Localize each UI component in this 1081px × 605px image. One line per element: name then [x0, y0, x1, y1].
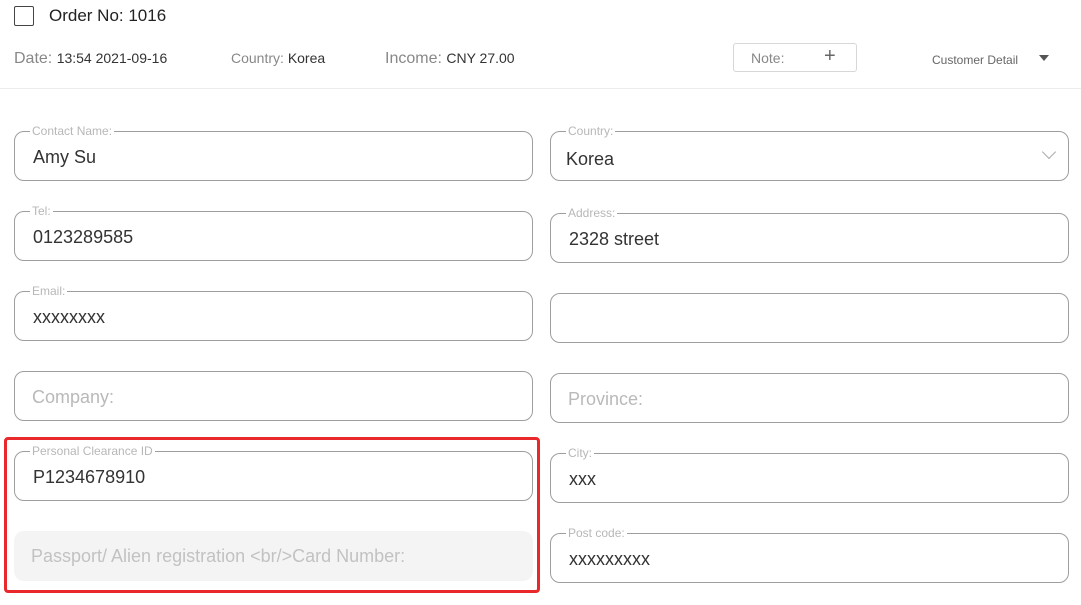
date-label: Date:	[14, 50, 57, 67]
address-line2-field[interactable]	[550, 293, 1069, 343]
order-checkbox[interactable]	[14, 6, 34, 26]
order-title: Order No: 1016	[49, 6, 167, 25]
company-field[interactable]: Company:	[14, 371, 533, 421]
post-code-label: Post code:	[566, 526, 627, 540]
order-income: Income: CNY 27.00	[385, 50, 515, 68]
country-label: Country:	[231, 50, 288, 66]
tel-field[interactable]: Tel: 0123289585	[14, 204, 533, 261]
tel-label: Tel:	[30, 204, 53, 218]
chevron-down-icon[interactable]	[1041, 144, 1057, 160]
note-button[interactable]: Note: +	[733, 43, 857, 72]
order-country: Country: Korea	[231, 50, 325, 66]
city-value: xxx	[569, 469, 596, 489]
post-code-value: xxxxxxxxx	[569, 549, 650, 569]
company-placeholder: Company:	[32, 387, 115, 407]
country-value: Korea	[287, 50, 326, 66]
customer-detail-toggle[interactable]: Customer Detail	[932, 53, 1018, 67]
note-label: Note:	[751, 50, 785, 66]
highlight-box	[4, 437, 540, 593]
income-value: CNY 27.00	[446, 50, 515, 66]
contact-name-value: Amy Su	[33, 147, 97, 167]
order-header: Order No: 1016 Date: 13:54 2021-09-16 Co…	[0, 0, 1081, 89]
email-value: xxxxxxxx	[33, 307, 105, 327]
province-placeholder: Province:	[568, 389, 644, 409]
province-field[interactable]: Province:	[550, 373, 1069, 423]
country-select[interactable]: Country: Korea	[550, 124, 1069, 181]
city-field[interactable]: City: xxx	[550, 446, 1069, 503]
address-value: 2328 street	[569, 229, 660, 249]
country-select-label: Country:	[566, 124, 616, 138]
order-date: Date: 13:54 2021-09-16	[14, 50, 167, 68]
contact-name-label: Contact Name:	[30, 124, 115, 138]
email-field[interactable]: Email: xxxxxxxx	[14, 284, 533, 341]
post-code-field[interactable]: Post code: xxxxxxxxx	[550, 526, 1069, 583]
address-label: Address:	[566, 206, 618, 220]
tel-value: 0123289585	[33, 227, 134, 247]
email-label: Email:	[30, 284, 68, 298]
caret-down-icon[interactable]	[1039, 55, 1049, 61]
date-value: 13:54 2021-09-16	[56, 50, 168, 66]
contact-name-field[interactable]: Contact Name: Amy Su	[14, 124, 533, 181]
address-field[interactable]: Address: 2328 street	[550, 206, 1069, 263]
income-label: Income:	[385, 50, 447, 67]
country-select-value: Korea	[566, 149, 615, 169]
city-label: City:	[566, 446, 594, 460]
plus-icon: +	[824, 45, 836, 67]
